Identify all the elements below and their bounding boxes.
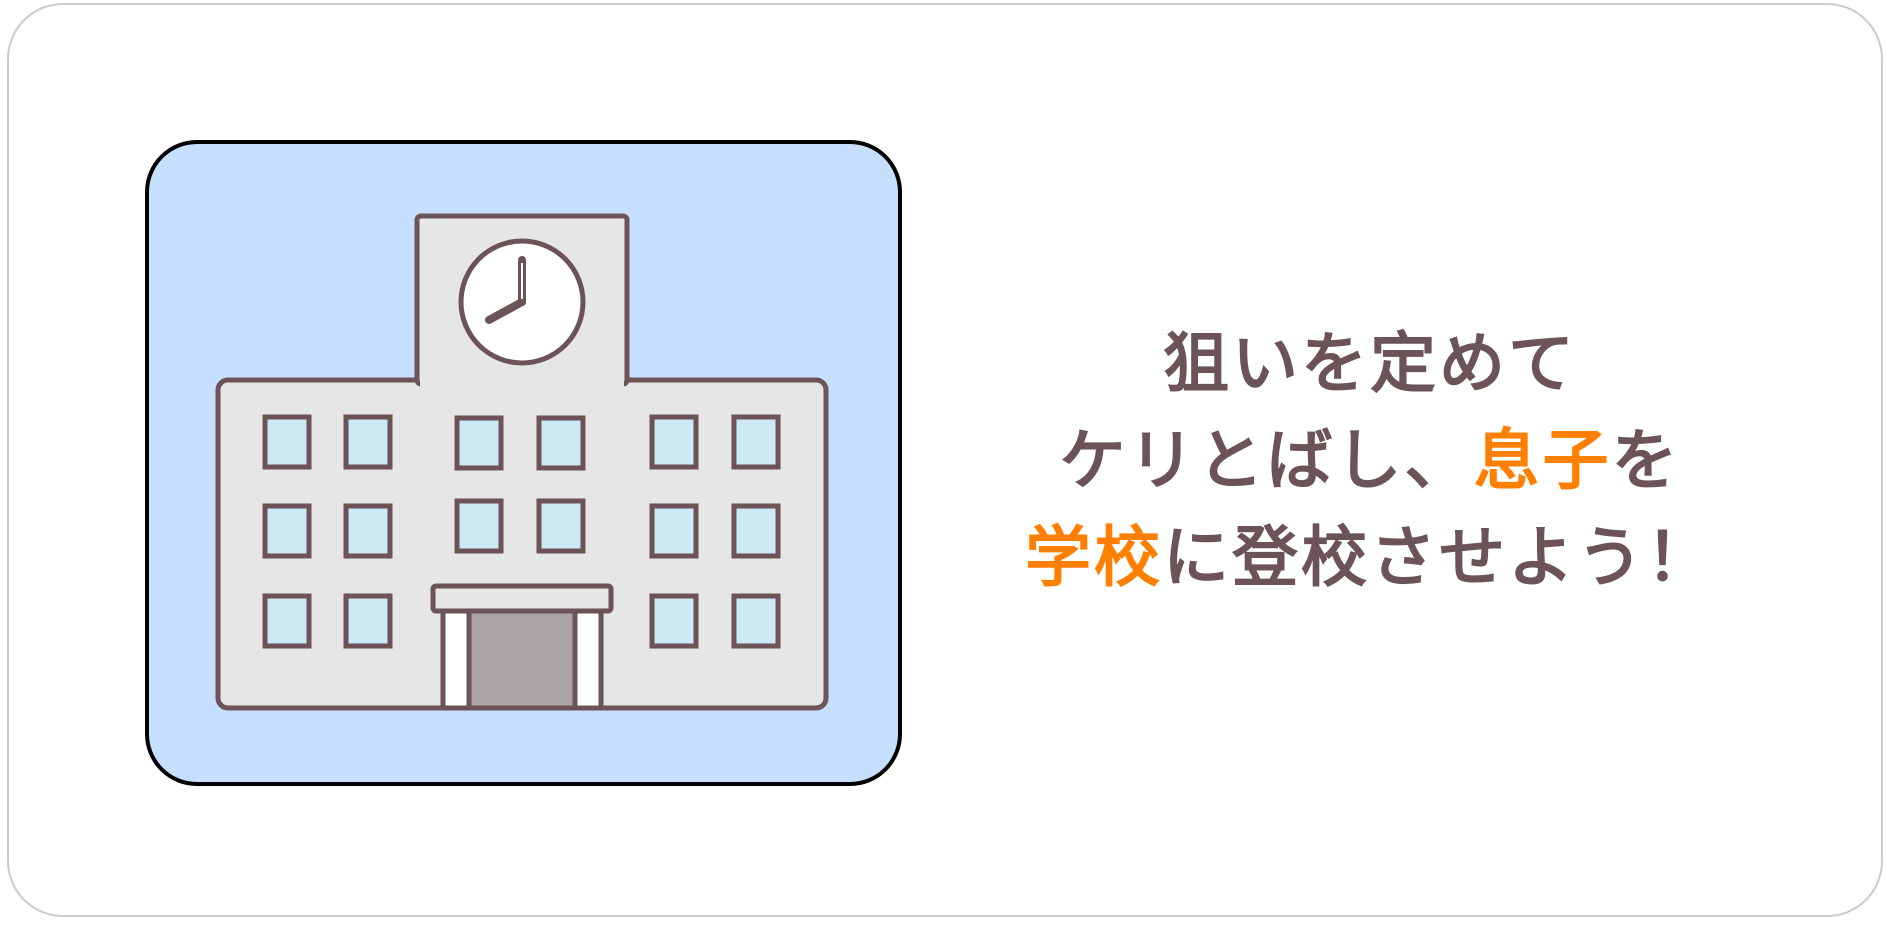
window bbox=[731, 593, 781, 649]
window bbox=[731, 503, 781, 559]
window bbox=[649, 414, 699, 470]
window bbox=[536, 415, 586, 471]
entrance-pillar-right bbox=[572, 605, 604, 711]
headline-text: に登校させよう！ bbox=[1163, 519, 1715, 596]
entrance-door bbox=[466, 607, 578, 711]
headline-text: を bbox=[1611, 422, 1681, 499]
window bbox=[536, 498, 586, 554]
window bbox=[649, 503, 699, 559]
headline: 狙いを定めて ケリとばし、息子を 学校に登校させよう！ bbox=[930, 315, 1810, 606]
school-building-illustration bbox=[145, 140, 902, 786]
headline-line-1: 狙いを定めて bbox=[930, 315, 1810, 412]
headline-text: ケリとばし、 bbox=[1059, 422, 1474, 499]
window bbox=[454, 415, 504, 471]
headline-line-2: ケリとばし、息子を bbox=[930, 412, 1810, 509]
entrance-canopy bbox=[430, 583, 614, 614]
headline-highlight: 息子 bbox=[1473, 422, 1612, 499]
window bbox=[343, 593, 393, 649]
headline-highlight: 学校 bbox=[1025, 519, 1163, 596]
window bbox=[343, 503, 393, 559]
window bbox=[262, 414, 312, 470]
window bbox=[262, 593, 312, 649]
entrance-pillar-left bbox=[440, 605, 472, 711]
window bbox=[454, 498, 504, 554]
window bbox=[343, 414, 393, 470]
headline-line-3: 学校に登校させよう！ bbox=[930, 509, 1810, 606]
window bbox=[649, 593, 699, 649]
window bbox=[731, 414, 781, 470]
window bbox=[262, 503, 312, 559]
headline-text: 狙いを定めて bbox=[1163, 325, 1577, 402]
